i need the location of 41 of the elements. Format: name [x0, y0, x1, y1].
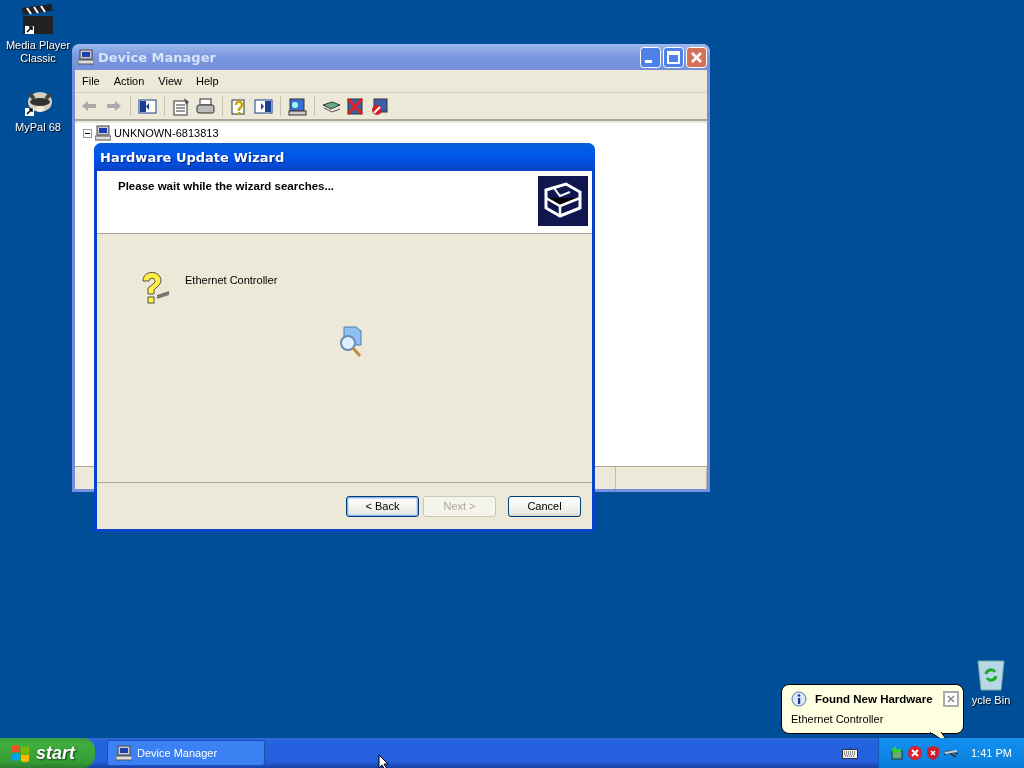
device-name: Ethernet Controller	[185, 274, 278, 286]
wizard-button[interactable]: < Back	[346, 495, 419, 517]
wizard-button[interactable]: Cancel	[508, 495, 581, 517]
tree-item[interactable]: UNKNOWN-6813813	[114, 125, 219, 141]
shield-icon[interactable]	[925, 745, 941, 761]
menu-item[interactable]: File	[75, 75, 107, 87]
magnifier-icon	[338, 325, 364, 359]
icon-label: ycle Bin	[971, 694, 1011, 707]
clock: 1:41 PM	[971, 747, 1012, 759]
computer-icon	[116, 745, 132, 761]
error-icon[interactable]	[907, 745, 923, 761]
icon-label: MyPal 68	[15, 121, 61, 134]
menu-item[interactable]: Action	[106, 75, 152, 87]
icon-label: Media Player Classic	[4, 39, 72, 65]
close-icon[interactable]	[943, 691, 959, 707]
maximize-button[interactable]	[663, 46, 684, 68]
printer-icon[interactable]	[195, 95, 216, 117]
disable-icon[interactable]	[369, 95, 390, 117]
recycle-bin-icon[interactable]	[975, 657, 1007, 691]
keyboard-icon[interactable]	[842, 747, 858, 759]
windows-flag-icon	[10, 743, 32, 763]
minimize-button[interactable]	[640, 46, 661, 68]
collapse-icon[interactable]	[83, 129, 92, 138]
wizard-heading: Please wait while the wizard searches...	[118, 180, 335, 194]
computer-icon	[78, 49, 94, 65]
info-icon	[791, 691, 807, 707]
balloon-title: Found New Hardware	[815, 693, 934, 705]
taskbar-button[interactable]: Device Manager	[107, 740, 265, 766]
pointer-icon	[378, 754, 390, 768]
menu-item[interactable]: View	[151, 75, 189, 87]
window-title: Device Manager	[98, 49, 217, 65]
network-icon[interactable]	[889, 745, 905, 761]
properties-icon[interactable]	[171, 95, 192, 117]
monitor-icon[interactable]	[287, 95, 308, 117]
close-button[interactable]	[686, 46, 707, 68]
balloon-text: Ethernet Controller	[791, 713, 885, 725]
dialog-title: Hardware Update Wizard	[100, 149, 285, 165]
uninstall-icon[interactable]	[345, 95, 366, 117]
computer-icon	[95, 125, 111, 141]
clapper-icon[interactable]	[22, 4, 54, 36]
menu-item[interactable]: Help	[188, 75, 226, 87]
